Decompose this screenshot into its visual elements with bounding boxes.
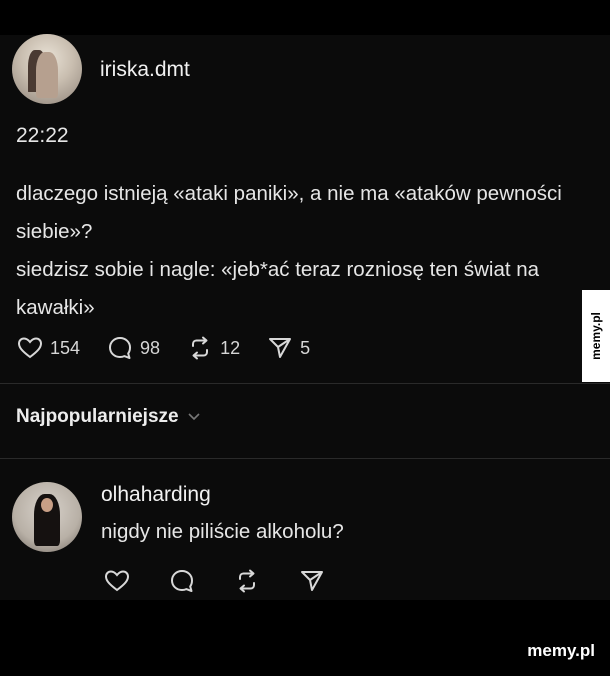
reply-author-username[interactable]: olhaharding: [101, 483, 211, 507]
replies-sort-dropdown[interactable]: Najpopularniejsze: [16, 406, 201, 428]
bottom-black-strip: [0, 600, 610, 676]
post-body: dlaczego istnieją «ataki paniki», a nie …: [16, 175, 586, 327]
reply-action-bar: [102, 566, 362, 596]
heart-icon[interactable]: [102, 566, 132, 596]
post-author-avatar[interactable]: [12, 34, 82, 104]
reply-body: nigdy nie piliście alkoholu?: [101, 520, 344, 543]
chevron-down-icon: [187, 412, 201, 422]
like-count: 154: [50, 337, 81, 358]
post-author-username[interactable]: iriska.dmt: [100, 58, 190, 82]
like-button[interactable]: 154: [16, 334, 80, 362]
speech-bubble-icon[interactable]: [167, 566, 197, 596]
heart-icon: [16, 334, 44, 362]
comment-button[interactable]: 98: [106, 334, 160, 362]
post-paragraph-1: dlaczego istnieją «ataki paniki», a nie …: [16, 182, 562, 243]
repost-button[interactable]: 12: [186, 334, 240, 362]
paper-plane-icon: [266, 334, 294, 362]
divider: [0, 458, 610, 459]
repost-arrows-icon[interactable]: [232, 566, 262, 596]
paper-plane-icon[interactable]: [297, 566, 327, 596]
post-action-bar: 154 98 12 5: [16, 333, 336, 363]
comment-count: 98: [140, 337, 161, 358]
side-logo-text: memy.pl: [589, 312, 604, 360]
repost-arrows-icon: [186, 334, 214, 362]
side-logo-badge: memy.pl: [582, 290, 610, 382]
reply-author-avatar[interactable]: [12, 482, 82, 552]
avatar-figure: [36, 52, 58, 98]
avatar-face: [41, 498, 53, 512]
post-paragraph-2: siedzisz sobie i nagle: «jeb*ać teraz ro…: [16, 258, 540, 319]
speech-bubble-icon: [106, 334, 134, 362]
post-timestamp: 22:22: [16, 124, 69, 147]
share-button[interactable]: 5: [266, 334, 310, 362]
share-count: 5: [300, 337, 311, 358]
divider: [0, 383, 610, 384]
top-black-strip: [0, 0, 610, 35]
watermark: memy.pl: [527, 641, 595, 660]
sort-label: Najpopularniejsze: [16, 406, 179, 427]
repost-count: 12: [220, 337, 241, 358]
